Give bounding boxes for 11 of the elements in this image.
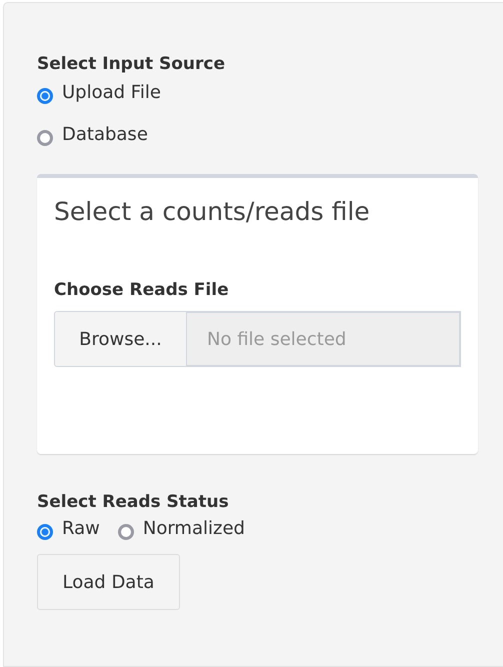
file-name-field[interactable]: No file selected bbox=[187, 311, 461, 367]
field-label: Select Input Source bbox=[37, 53, 226, 76]
load-data-button[interactable]: Load Data bbox=[37, 554, 180, 610]
radio-option[interactable]: Raw bbox=[37, 516, 100, 542]
radio-option[interactable]: Upload File bbox=[37, 80, 161, 106]
field-label: Select Reads Status bbox=[37, 491, 230, 514]
radio-option[interactable]: Database bbox=[37, 122, 148, 148]
radio-option[interactable]: Normalized bbox=[118, 516, 245, 542]
card-title: Select a counts/reads file bbox=[54, 196, 371, 228]
browse-button[interactable]: Browse... bbox=[54, 311, 187, 367]
field-label: Choose Reads File bbox=[54, 279, 230, 302]
